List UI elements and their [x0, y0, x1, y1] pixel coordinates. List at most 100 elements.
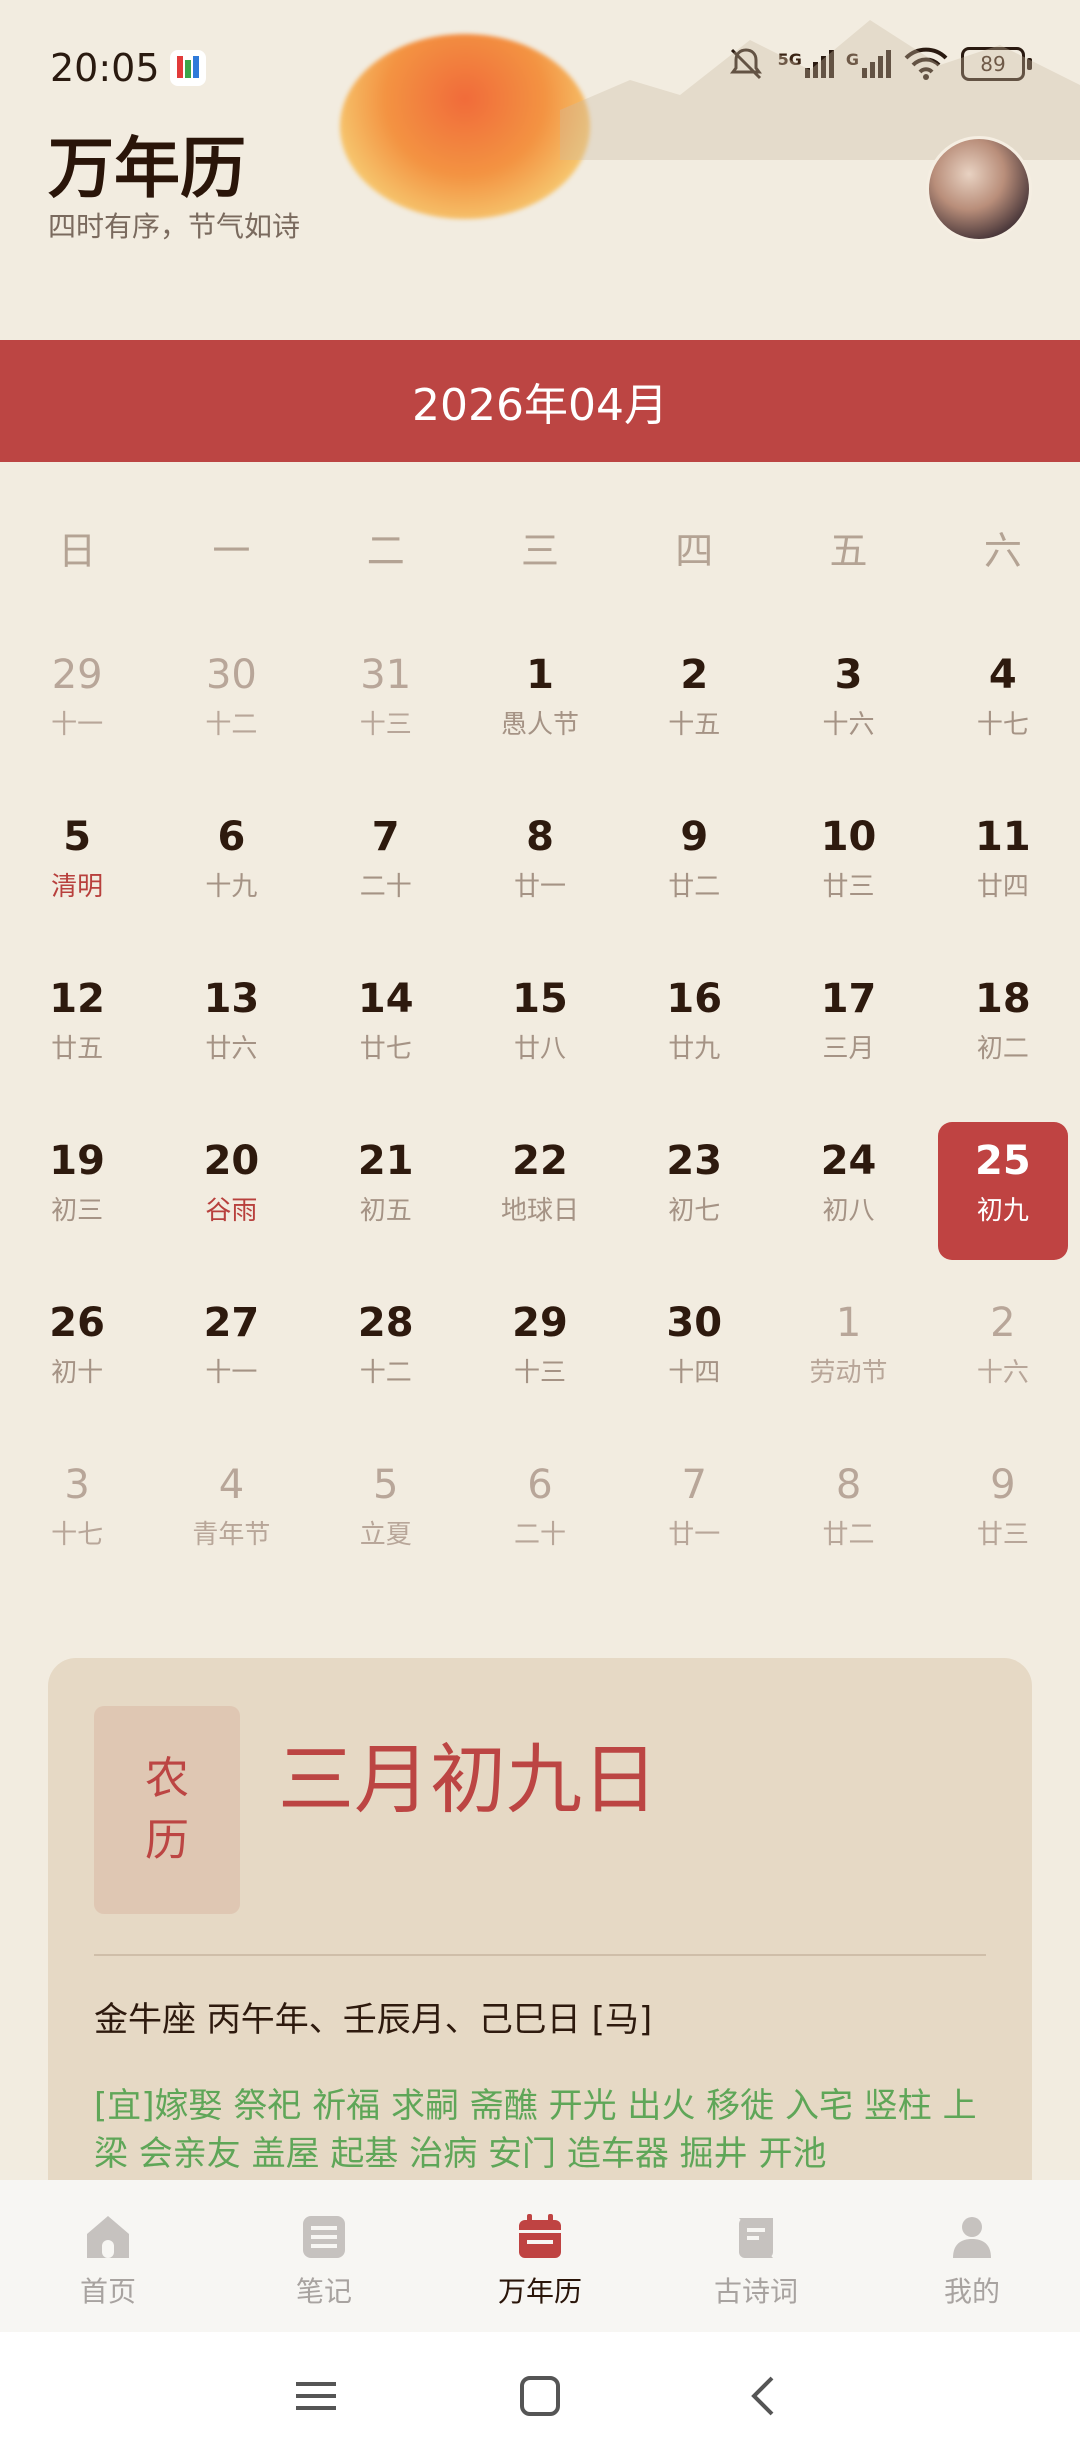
day-cell[interactable]: 4 青年节	[154, 1450, 308, 1612]
month-selector[interactable]: 2026年04月	[0, 340, 1080, 462]
day-cell[interactable]: 13 廿六	[154, 964, 308, 1126]
menu-icon[interactable]	[294, 2376, 338, 2416]
day-lunar-label: 劳动节	[809, 1358, 888, 1388]
day-number: 29	[512, 1300, 568, 1346]
day-cell[interactable]: 2 十五	[617, 640, 771, 802]
auspicious-activities: [宜]嫁娶 祭祀 祈福 求嗣 斋醮 开光 出火 移徙 入宅 竖柱 上梁 会亲友 …	[94, 2086, 977, 2174]
day-cell[interactable]: 30 十二	[154, 640, 308, 802]
day-number: 8	[526, 814, 554, 860]
day-cell[interactable]: 30 十四	[617, 1288, 771, 1450]
day-lunar-label: 初三	[51, 1196, 104, 1226]
day-lunar-label: 十一	[51, 710, 104, 740]
day-cell[interactable]: 21 初五	[309, 1126, 463, 1288]
day-number: 10	[820, 814, 877, 860]
day-lunar-label: 十七	[51, 1520, 104, 1550]
day-number: 1	[526, 652, 554, 698]
day-number: 15	[512, 976, 568, 1022]
page-title: 万年历	[48, 130, 246, 207]
day-lunar-label: 二十	[359, 872, 412, 902]
day-lunar-label: 十一	[205, 1358, 258, 1388]
day-lunar-label: 廿五	[51, 1034, 104, 1064]
day-cell[interactable]: 1 愚人节	[463, 640, 617, 802]
day-cell[interactable]: 9 廿三	[926, 1450, 1080, 1612]
day-cell[interactable]: 17 三月	[771, 964, 925, 1126]
day-cell[interactable]: 4 十七	[926, 640, 1080, 802]
day-cell[interactable]: 5 清明	[0, 802, 154, 964]
day-cell[interactable]: 31 十三	[309, 640, 463, 802]
day-lunar-label: 廿一	[668, 1520, 721, 1550]
day-cell[interactable]: 29 十三	[463, 1288, 617, 1450]
month-label: 2026年04月	[412, 380, 668, 431]
week-row: 5 清明 6 十九 7 二十 8 廿一 9 廿二 10 廿三 11 廿四	[0, 802, 1080, 964]
day-number: 21	[357, 1138, 414, 1184]
day-cell[interactable]: 3 十六	[771, 640, 925, 802]
day-lunar-label: 十三	[359, 710, 412, 740]
day-cell[interactable]: 16 廿九	[617, 964, 771, 1126]
day-number: 27	[203, 1300, 260, 1346]
day-cell[interactable]: 22 地球日	[463, 1126, 617, 1288]
day-number: 7	[681, 1462, 707, 1508]
day-cell[interactable]: 7 二十	[309, 802, 463, 964]
nav-poetry[interactable]: 古诗词	[648, 2180, 864, 2332]
day-cell[interactable]: 8 廿二	[771, 1450, 925, 1612]
home-button-icon[interactable]	[518, 2374, 562, 2418]
day-cell[interactable]: 9 廿二	[617, 802, 771, 964]
day-cell[interactable]: 10 廿三	[771, 802, 925, 964]
day-cell[interactable]: 6 十九	[154, 802, 308, 964]
day-cell[interactable]: 11 廿四	[926, 802, 1080, 964]
day-cell[interactable]: 3 十七	[0, 1450, 154, 1612]
day-cell-selected[interactable]: 25 初九	[926, 1122, 1080, 1288]
day-cell[interactable]: 19 初三	[0, 1126, 154, 1288]
day-lunar-label: 十二	[205, 710, 258, 740]
day-cell[interactable]: 7 廿一	[617, 1450, 771, 1612]
nav-notes[interactable]: 笔记	[216, 2180, 432, 2332]
day-cell[interactable]: 5 立夏	[309, 1450, 463, 1612]
day-cell[interactable]: 20 谷雨	[154, 1126, 308, 1288]
day-cell[interactable]: 8 廿一	[463, 802, 617, 964]
day-cell[interactable]: 18 初二	[926, 964, 1080, 1126]
day-number: 30	[205, 652, 257, 698]
day-number: 1	[835, 1300, 862, 1346]
day-number: 4	[218, 1462, 245, 1508]
week-row: 26 初十 27 十一 28 十二 29 十三 30 十四 1 劳动节 2 十六	[0, 1288, 1080, 1450]
day-lunar-label: 愚人节	[500, 710, 579, 740]
day-number: 12	[49, 976, 105, 1022]
day-lunar-label: 十五	[668, 710, 721, 740]
day-cell[interactable]: 24 初八	[771, 1126, 925, 1288]
day-number: 5	[372, 1462, 399, 1508]
day-number: 31	[360, 652, 412, 698]
day-lunar-label: 十七	[976, 710, 1029, 740]
day-number: 9	[990, 1462, 1016, 1508]
day-number: 24	[820, 1138, 877, 1184]
day-number: 8	[835, 1462, 862, 1508]
day-cell[interactable]: 28 十二	[309, 1288, 463, 1450]
divider	[94, 1954, 986, 1956]
day-cell[interactable]: 6 二十	[463, 1450, 617, 1612]
day-cell[interactable]: 26 初十	[0, 1288, 154, 1450]
weekday-label: 三	[520, 529, 559, 573]
nav-profile[interactable]: 我的	[864, 2180, 1080, 2332]
day-cell[interactable]: 29 十一	[0, 640, 154, 802]
nav-home[interactable]: 首页	[0, 2180, 216, 2332]
day-cell[interactable]: 27 十一	[154, 1288, 308, 1450]
day-number: 18	[974, 976, 1031, 1022]
day-cell[interactable]: 2 十六	[926, 1288, 1080, 1450]
sun-decoration	[340, 34, 590, 219]
day-cell[interactable]: 1 劳动节	[771, 1288, 925, 1450]
nav-calendar[interactable]: 万年历	[432, 2180, 648, 2332]
day-lunar-label: 廿七	[359, 1034, 412, 1064]
day-number: 14	[357, 976, 414, 1022]
day-number: 3	[834, 652, 863, 698]
calendar-grid: 29 十一 30 十二 31 十三 1 愚人节 2 十五 3 十六 4 十七 5 清明 6 十九 7 二十 8 廿一 9 廿二…	[0, 640, 1080, 1612]
day-cell[interactable]: 15 廿八	[463, 964, 617, 1126]
user-avatar[interactable]	[926, 136, 1032, 242]
day-number: 9	[680, 814, 709, 860]
day-lunar-label: 初十	[51, 1358, 104, 1388]
day-cell[interactable]: 23 初七	[617, 1126, 771, 1288]
day-number: 2	[680, 652, 709, 698]
day-lunar-label: 廿一	[513, 872, 566, 902]
weekday-label: 一	[212, 529, 251, 573]
day-cell[interactable]: 14 廿七	[309, 964, 463, 1126]
day-cell[interactable]: 12 廿五	[0, 964, 154, 1126]
back-icon[interactable]	[742, 2374, 786, 2418]
